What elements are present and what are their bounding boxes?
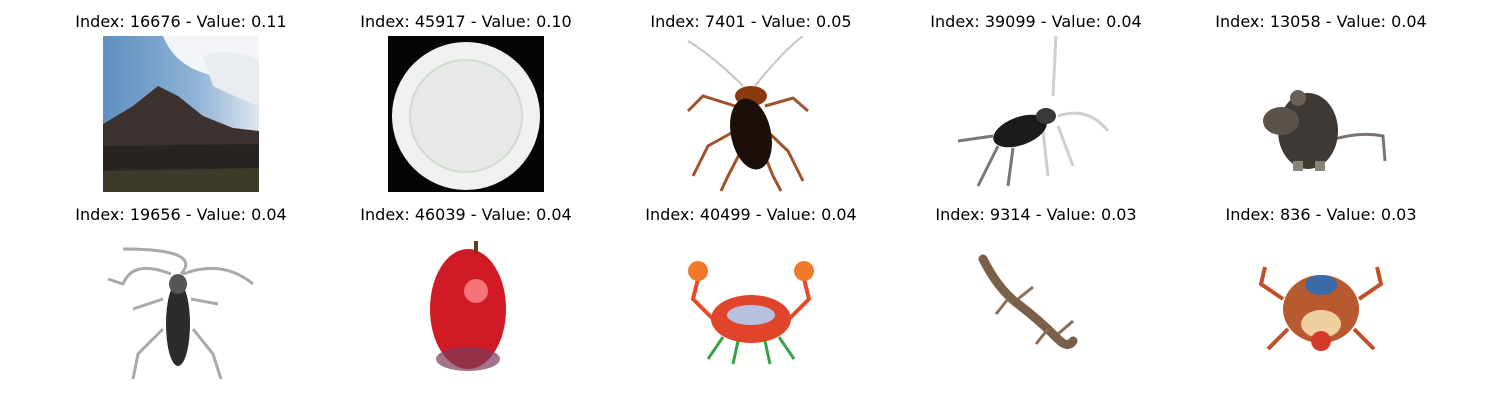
crab-image-art <box>673 229 829 385</box>
cockroach-image-art <box>673 36 829 192</box>
apple-image-art <box>388 229 544 385</box>
thumbnail-title: Index: 46039 - Value: 0.04 <box>360 205 572 224</box>
beetle-image <box>103 229 259 385</box>
thumbnail-title: Index: 9314 - Value: 0.03 <box>935 205 1137 224</box>
insect-image-art <box>958 36 1114 192</box>
insect-image <box>958 36 1114 192</box>
plate-image-art <box>388 36 544 192</box>
lizard-image <box>958 229 1114 385</box>
thumbnail-title: Index: 7401 - Value: 0.05 <box>650 12 852 31</box>
mouse-image <box>1243 36 1399 192</box>
plate-image <box>388 36 544 192</box>
mouse-image-art <box>1243 36 1399 192</box>
cockroach-image <box>673 36 829 192</box>
thumbnail-title: Index: 40499 - Value: 0.04 <box>645 205 857 224</box>
apple-image <box>388 229 544 385</box>
thumbnail-title: Index: 836 - Value: 0.03 <box>1225 205 1417 224</box>
thumbnail-title: Index: 13058 - Value: 0.04 <box>1215 12 1427 31</box>
crab-image-art <box>1243 229 1399 385</box>
thumbnail-title: Index: 19656 - Value: 0.04 <box>75 205 287 224</box>
thumbnail-title: Index: 39099 - Value: 0.04 <box>930 12 1142 31</box>
crab-image <box>1243 229 1399 385</box>
beetle-image-art <box>103 229 259 385</box>
thumbnail-title: Index: 16676 - Value: 0.11 <box>75 12 287 31</box>
crab-image <box>673 229 829 385</box>
thumbnail-title: Index: 45917 - Value: 0.10 <box>360 12 572 31</box>
mountain-image <box>103 36 259 192</box>
mountain-image-art <box>103 36 259 192</box>
lizard-image-art <box>958 229 1114 385</box>
